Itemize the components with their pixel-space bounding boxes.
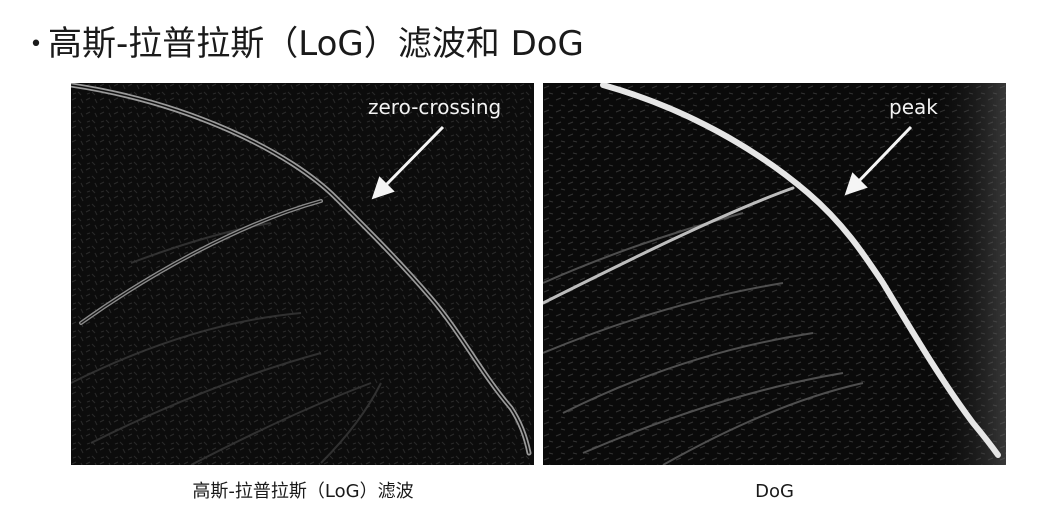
dog-caption: DoG: [755, 481, 794, 502]
dog-filter-image: peak: [543, 83, 1006, 465]
log-filter-image-graphic: [71, 83, 534, 465]
slide-title-text: 高斯-拉普拉斯（LoG）滤波和 DoG: [48, 24, 584, 64]
log-filter-caption: 高斯-拉普拉斯（LoG）滤波: [192, 481, 414, 502]
bullet-point: •: [29, 32, 43, 57]
dog-filter-image-graphic: [543, 83, 1006, 465]
zero-crossing-annotation: zero-crossing: [368, 95, 502, 119]
slide-title: • 高斯-拉普拉斯（LoG）滤波和 DoG: [24, 18, 584, 71]
log-filter-image: zero-crossing: [71, 83, 534, 465]
peak-annotation: peak: [889, 95, 938, 119]
